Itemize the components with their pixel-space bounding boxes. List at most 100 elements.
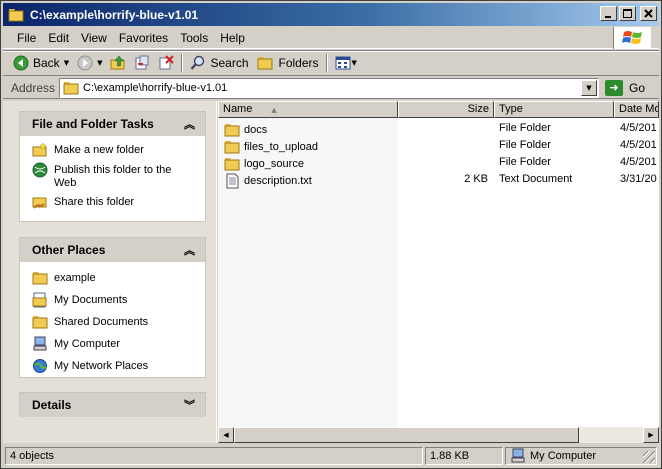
- address-bar: Address C:\example\horrify-blue-v1.01 ▼ …: [3, 77, 659, 99]
- table-row[interactable]: docs File Folder 4/5/201: [218, 120, 659, 137]
- column-header-type[interactable]: Type: [494, 101, 614, 118]
- column-header-date-modified[interactable]: Date Mo: [614, 101, 659, 118]
- sort-ascending-icon: ▲: [271, 106, 277, 114]
- menu-help[interactable]: Help: [214, 31, 251, 45]
- details-header[interactable]: Details ︾: [20, 393, 205, 417]
- move-to-icon: [134, 55, 150, 71]
- toolbar-separator: [325, 54, 328, 72]
- menu-bar: File Edit View Favorites Tools Help: [3, 27, 659, 49]
- back-dropdown-icon[interactable]: ▼: [64, 59, 69, 67]
- task-label: Make a new folder: [54, 144, 144, 156]
- place-label: My Documents: [54, 294, 128, 306]
- text-document-icon: [224, 173, 240, 189]
- collapse-chevron-icon[interactable]: ︽: [184, 242, 195, 258]
- file-date: 3/31/20: [620, 173, 657, 185]
- go-arrow-icon: ➜: [605, 80, 623, 96]
- maximize-icon: [623, 9, 632, 18]
- panel-title: File and Folder Tasks: [32, 117, 154, 131]
- place-label: example: [54, 272, 96, 284]
- menu-file[interactable]: File: [11, 31, 42, 45]
- file-name: logo_source: [244, 158, 304, 170]
- file-name-cell: logo_source: [224, 156, 304, 172]
- scroll-right-button[interactable]: ▶: [643, 427, 659, 443]
- window-title: C:\example\horrify-blue-v1.01: [30, 7, 199, 22]
- search-label: Search: [210, 56, 249, 70]
- file-type: Text Document: [499, 173, 573, 185]
- forward-button[interactable]: ▼: [73, 52, 106, 74]
- column-label: Date Mo: [619, 103, 659, 115]
- menu-tools[interactable]: Tools: [174, 31, 214, 45]
- place-example[interactable]: example: [32, 270, 197, 286]
- file-size: 2 KB: [464, 173, 488, 185]
- folder-icon: [32, 314, 48, 330]
- move-to-button[interactable]: [130, 52, 154, 74]
- my-documents-icon: [32, 292, 48, 308]
- place-my-network-places[interactable]: My Network Places: [32, 358, 197, 374]
- folder-icon: [224, 139, 240, 155]
- views-icon: [335, 55, 351, 71]
- horizontal-scrollbar[interactable]: ◀ ▶: [218, 427, 659, 443]
- up-folder-button[interactable]: [106, 52, 130, 74]
- file-name-cell: docs: [224, 122, 267, 138]
- scroll-left-button[interactable]: ◀: [218, 427, 234, 443]
- menu-view[interactable]: View: [75, 31, 113, 45]
- column-label: Name: [223, 103, 253, 115]
- task-make-new-folder[interactable]: Make a new folder: [32, 142, 197, 158]
- column-header-name[interactable]: Name ▲: [218, 101, 398, 118]
- address-dropdown-button[interactable]: ▼: [581, 80, 597, 96]
- scroll-thumb[interactable]: [234, 427, 579, 443]
- back-label: Back: [33, 56, 60, 70]
- place-label: My Network Places: [54, 360, 149, 372]
- back-button[interactable]: Back ▼: [9, 52, 73, 74]
- file-folder-tasks-header[interactable]: File and Folder Tasks ︽: [20, 112, 205, 136]
- status-objects: 4 objects: [5, 447, 423, 465]
- task-label: Share this folder: [54, 196, 135, 208]
- views-dropdown-icon[interactable]: ▼: [352, 59, 357, 67]
- menu-edit[interactable]: Edit: [42, 31, 75, 45]
- maximize-button[interactable]: [619, 6, 636, 21]
- status-bar: 4 objects 1.88 KB My Computer: [3, 445, 659, 467]
- file-name-cell: files_to_upload: [224, 139, 318, 155]
- table-row[interactable]: files_to_upload File Folder 4/5/201: [218, 137, 659, 154]
- table-row[interactable]: logo_source File Folder 4/5/201: [218, 154, 659, 171]
- menu-favorites[interactable]: Favorites: [113, 31, 174, 45]
- other-places-header[interactable]: Other Places ︽: [20, 238, 205, 262]
- status-location: My Computer: [505, 447, 657, 465]
- place-my-documents[interactable]: My Documents: [32, 292, 197, 308]
- computer-icon: [510, 448, 526, 464]
- back-arrow-icon: [13, 55, 29, 71]
- new-folder-icon: [32, 142, 48, 158]
- delete-icon: [158, 55, 175, 71]
- file-name-cell: description.txt: [224, 173, 312, 189]
- column-header-size[interactable]: Size: [398, 101, 494, 118]
- folders-button[interactable]: Folders: [253, 52, 323, 74]
- place-my-computer[interactable]: My Computer: [32, 336, 197, 352]
- collapse-chevron-icon[interactable]: ︽: [184, 116, 195, 132]
- column-headers: Name ▲ Size Type Date Mo: [218, 101, 659, 118]
- task-publish-folder[interactable]: Publish this folder to the Web: [32, 162, 197, 190]
- folder-icon: [63, 80, 79, 96]
- minimize-button[interactable]: [600, 6, 617, 21]
- views-button[interactable]: ▼: [331, 52, 361, 74]
- publish-web-icon: [32, 162, 48, 178]
- table-row[interactable]: description.txt 2 KB Text Document 3/31/…: [218, 171, 659, 189]
- delete-button[interactable]: [154, 52, 178, 74]
- place-label: Shared Documents: [54, 316, 149, 328]
- close-button[interactable]: [640, 6, 657, 21]
- go-button[interactable]: ➜ Go: [605, 78, 645, 98]
- task-share-folder[interactable]: Share this folder: [32, 194, 197, 210]
- address-input[interactable]: C:\example\horrify-blue-v1.01 ▼: [59, 78, 599, 98]
- explorer-window: C:\example\horrify-blue-v1.01 File Edit …: [0, 0, 662, 469]
- folders-icon: [257, 55, 273, 71]
- resize-grip[interactable]: [643, 451, 655, 463]
- expand-chevron-icon[interactable]: ︾: [184, 397, 195, 413]
- forward-dropdown-icon[interactable]: ▼: [97, 59, 102, 67]
- computer-icon: [32, 336, 48, 352]
- search-button[interactable]: Search: [186, 52, 252, 74]
- folder-icon: [32, 270, 48, 286]
- folders-label: Folders: [278, 56, 319, 70]
- place-shared-documents[interactable]: Shared Documents: [32, 314, 197, 330]
- file-name: description.txt: [244, 175, 312, 187]
- status-size: 1.88 KB: [425, 447, 503, 465]
- title-bar[interactable]: C:\example\horrify-blue-v1.01: [3, 3, 659, 26]
